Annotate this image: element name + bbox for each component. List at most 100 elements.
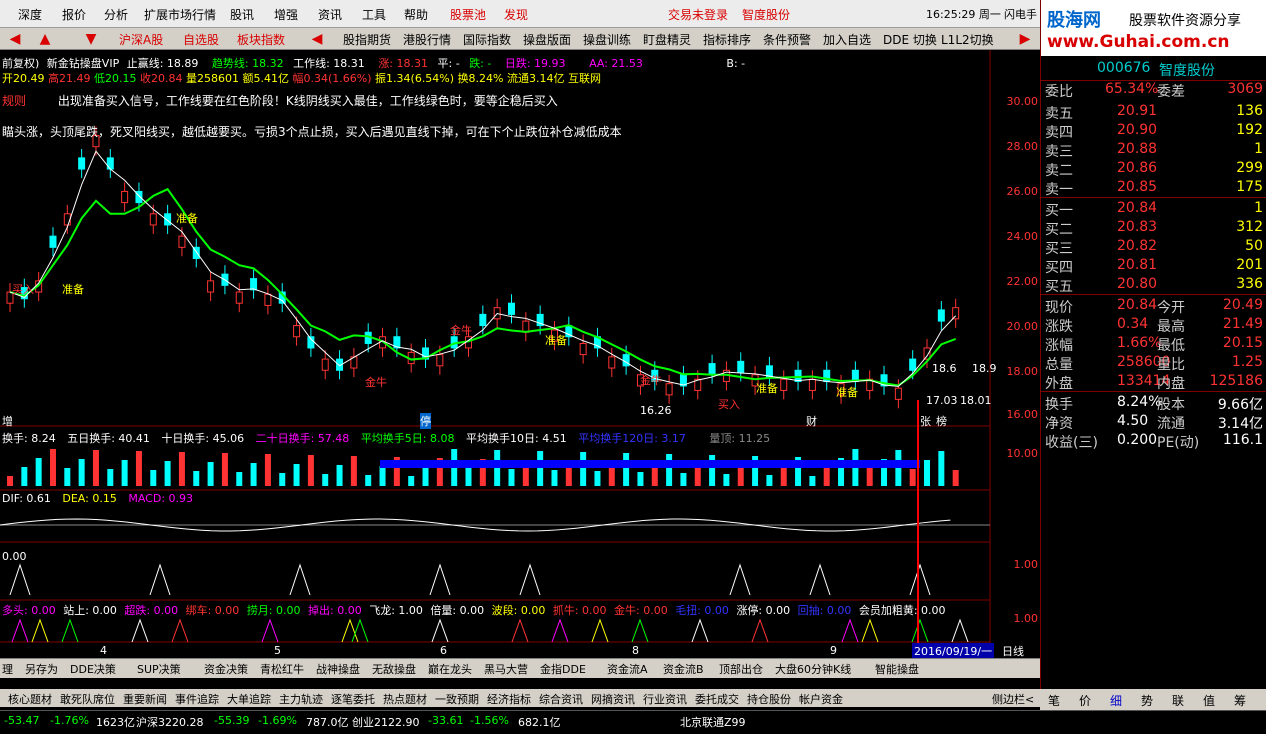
period-label[interactable]: 日线 — [1002, 643, 1024, 658]
menu-quote[interactable]: 报价 — [62, 6, 86, 23]
tab-training[interactable]: 操盘训练 — [580, 29, 634, 49]
ind4-item-11: 毛扭: 0.00 — [675, 604, 729, 617]
down-arrow-icon[interactable]: ▼ — [76, 29, 106, 49]
menu-stock-pool[interactable]: 股票池 — [450, 6, 486, 23]
bottom-tab-2[interactable]: 逐笔委托 — [331, 691, 375, 707]
menu-help[interactable]: 帮助 — [404, 6, 428, 23]
ind4-item-2: 超跌: 0.00 — [124, 604, 179, 617]
bottom-tab-2[interactable]: 网摘资讯 — [591, 691, 635, 707]
tab-intl-index[interactable]: 国际指数 — [460, 29, 514, 49]
bottom-tab[interactable]: DDE决策 — [70, 661, 116, 677]
ask-label: 卖三 — [1045, 144, 1073, 160]
signal-triangle-2 — [751, 618, 769, 643]
bottom-tab-2[interactable]: 大单追踪 — [227, 691, 271, 707]
bottom-tab-2[interactable]: 主力轨迹 — [279, 691, 323, 707]
prev-arrow-icon[interactable]: ◀ — [302, 29, 332, 49]
bottom-tab-2[interactable]: 重要新闻 — [123, 691, 167, 707]
flash-trade[interactable]: 闪电手 — [1004, 6, 1037, 22]
bottom-tab-2[interactable]: 热点题材 — [383, 691, 427, 707]
bottom-tab-2[interactable]: 经济指标 — [487, 691, 531, 707]
tab-hk[interactable]: 港股行情 — [400, 29, 454, 49]
menu-analysis[interactable]: 分析 — [104, 6, 128, 23]
volume-bar — [780, 466, 787, 486]
volume-bar — [422, 467, 429, 486]
menu-news[interactable]: 股讯 — [230, 6, 254, 23]
tab-hushen-a[interactable]: 沪深A股 — [116, 29, 166, 49]
bottom-tab[interactable]: 资金流A — [607, 661, 648, 677]
tab-l1l2[interactable]: L1L2切换 — [938, 29, 997, 49]
chart-canvas[interactable] — [0, 50, 1040, 658]
bottom-tab[interactable]: 巅在龙头 — [428, 661, 472, 677]
bottom-tab[interactable]: 理 — [2, 661, 13, 677]
annot-prep-3: 准备 — [545, 334, 567, 347]
quote-tab[interactable]: 价 — [1079, 692, 1091, 709]
volume-bar — [92, 450, 99, 486]
candle-body — [149, 213, 157, 226]
trade-login-status[interactable]: 交易未登录 — [668, 6, 728, 23]
tab-indicator-sort[interactable]: 指标排序 — [700, 29, 754, 49]
tab-dde[interactable]: DDE 切换 — [880, 29, 940, 49]
tab-alert[interactable]: 条件预警 — [760, 29, 814, 49]
bottom-tab-2[interactable]: 持仓股份 — [747, 691, 791, 707]
tab-watchlist[interactable]: 自选股 — [180, 29, 222, 49]
quote-tab[interactable]: 笔 — [1048, 692, 1060, 709]
menu-info[interactable]: 资讯 — [318, 6, 342, 23]
bottom-tab[interactable]: SUP决策 — [137, 661, 181, 677]
bottom-tab[interactable]: 无敌操盘 — [372, 661, 416, 677]
stat-label-b: 今开 — [1157, 300, 1185, 316]
tab-layout[interactable]: 操盘版面 — [520, 29, 574, 49]
bottom-tab[interactable]: 黑马大营 — [484, 661, 528, 677]
quote-tab[interactable]: 势 — [1141, 692, 1153, 709]
menu-extended[interactable]: 扩展市场行情 — [144, 6, 216, 23]
bottom-tab-2[interactable]: 敢死队席位 — [60, 691, 115, 707]
ask-price: 20.88 — [1117, 141, 1158, 157]
menu-depth[interactable]: 深度 — [18, 6, 42, 23]
menu-discover[interactable]: 发现 — [504, 6, 528, 23]
menu-tools[interactable]: 工具 — [362, 6, 386, 23]
bottom-tab-2[interactable]: 一致预期 — [435, 691, 479, 707]
side-bar-toggle[interactable]: 侧边栏< — [992, 691, 1034, 707]
bottom-tab[interactable]: 顶部出仓 — [719, 661, 763, 677]
bottom-tab-2[interactable]: 核心题材 — [8, 691, 52, 707]
bottom-tab[interactable]: 资金决策 — [204, 661, 248, 677]
candle-body — [622, 354, 630, 367]
bottom-tab[interactable]: 另存为 — [25, 661, 58, 677]
bid-volume: 50 — [1245, 238, 1263, 254]
tab-monitor[interactable]: 盯盘精灵 — [640, 29, 694, 49]
volume-bar — [307, 455, 314, 486]
quote-tab[interactable]: 筹 — [1234, 692, 1246, 709]
annot-bang: 榜 — [936, 415, 947, 428]
bottom-tab[interactable]: 青松红牛 — [260, 661, 304, 677]
stock-name: 智度股份 — [1159, 63, 1215, 79]
turnover-5: 五日换手: 40.41 — [67, 432, 150, 445]
quote-tab[interactable]: 联 — [1172, 692, 1184, 709]
bottom-tab-2[interactable]: 综合资讯 — [539, 691, 583, 707]
bottom-tab-2[interactable]: 行业资讯 — [643, 691, 687, 707]
next-arrow-icon[interactable]: ▶ — [1010, 29, 1040, 49]
bottom-tab-2[interactable]: 帐户资金 — [799, 691, 843, 707]
ask-volume: 175 — [1236, 179, 1263, 195]
volume-bar — [823, 467, 830, 486]
bottom-tab-2[interactable]: 事件追踪 — [175, 691, 219, 707]
bid-label: 买五 — [1045, 279, 1073, 295]
bottom-tab[interactable]: 智能操盘 — [875, 661, 919, 677]
signal-triangle-2 — [951, 618, 969, 643]
menu-enhance[interactable]: 增强 — [274, 6, 298, 23]
bottom-tab-2[interactable]: 委托成交 — [695, 691, 739, 707]
quote-tab[interactable]: 细 — [1110, 692, 1122, 709]
bid-price: 20.84 — [1117, 200, 1158, 216]
tab-futures[interactable]: 股指期货 — [340, 29, 394, 49]
quote-tab[interactable]: 值 — [1203, 692, 1215, 709]
tab-sector-index[interactable]: 板块指数 — [234, 29, 288, 49]
status-chuangye-pct: -1.56% — [470, 714, 509, 727]
bottom-tab[interactable]: 大盘60分钟K线 — [775, 661, 851, 677]
bottom-tab[interactable]: 金指DDE — [540, 661, 586, 677]
tab-add-watch[interactable]: 加入自选 — [820, 29, 874, 49]
bottom-tab[interactable]: 资金流B — [663, 661, 704, 677]
kline-chart-area[interactable]: 前复权) 新金钻操盘VIP 止赢线: 18.89 趋势线: 18.32 工作线:… — [0, 50, 1040, 658]
ind4-item-13: 回抽: 0.00 — [797, 604, 852, 617]
bottom-tab[interactable]: 战神操盘 — [316, 661, 360, 677]
left-arrow-icon[interactable]: ◀ — [0, 29, 30, 49]
volume-bar — [135, 451, 142, 486]
up-arrow-icon[interactable]: ▲ — [30, 29, 60, 49]
